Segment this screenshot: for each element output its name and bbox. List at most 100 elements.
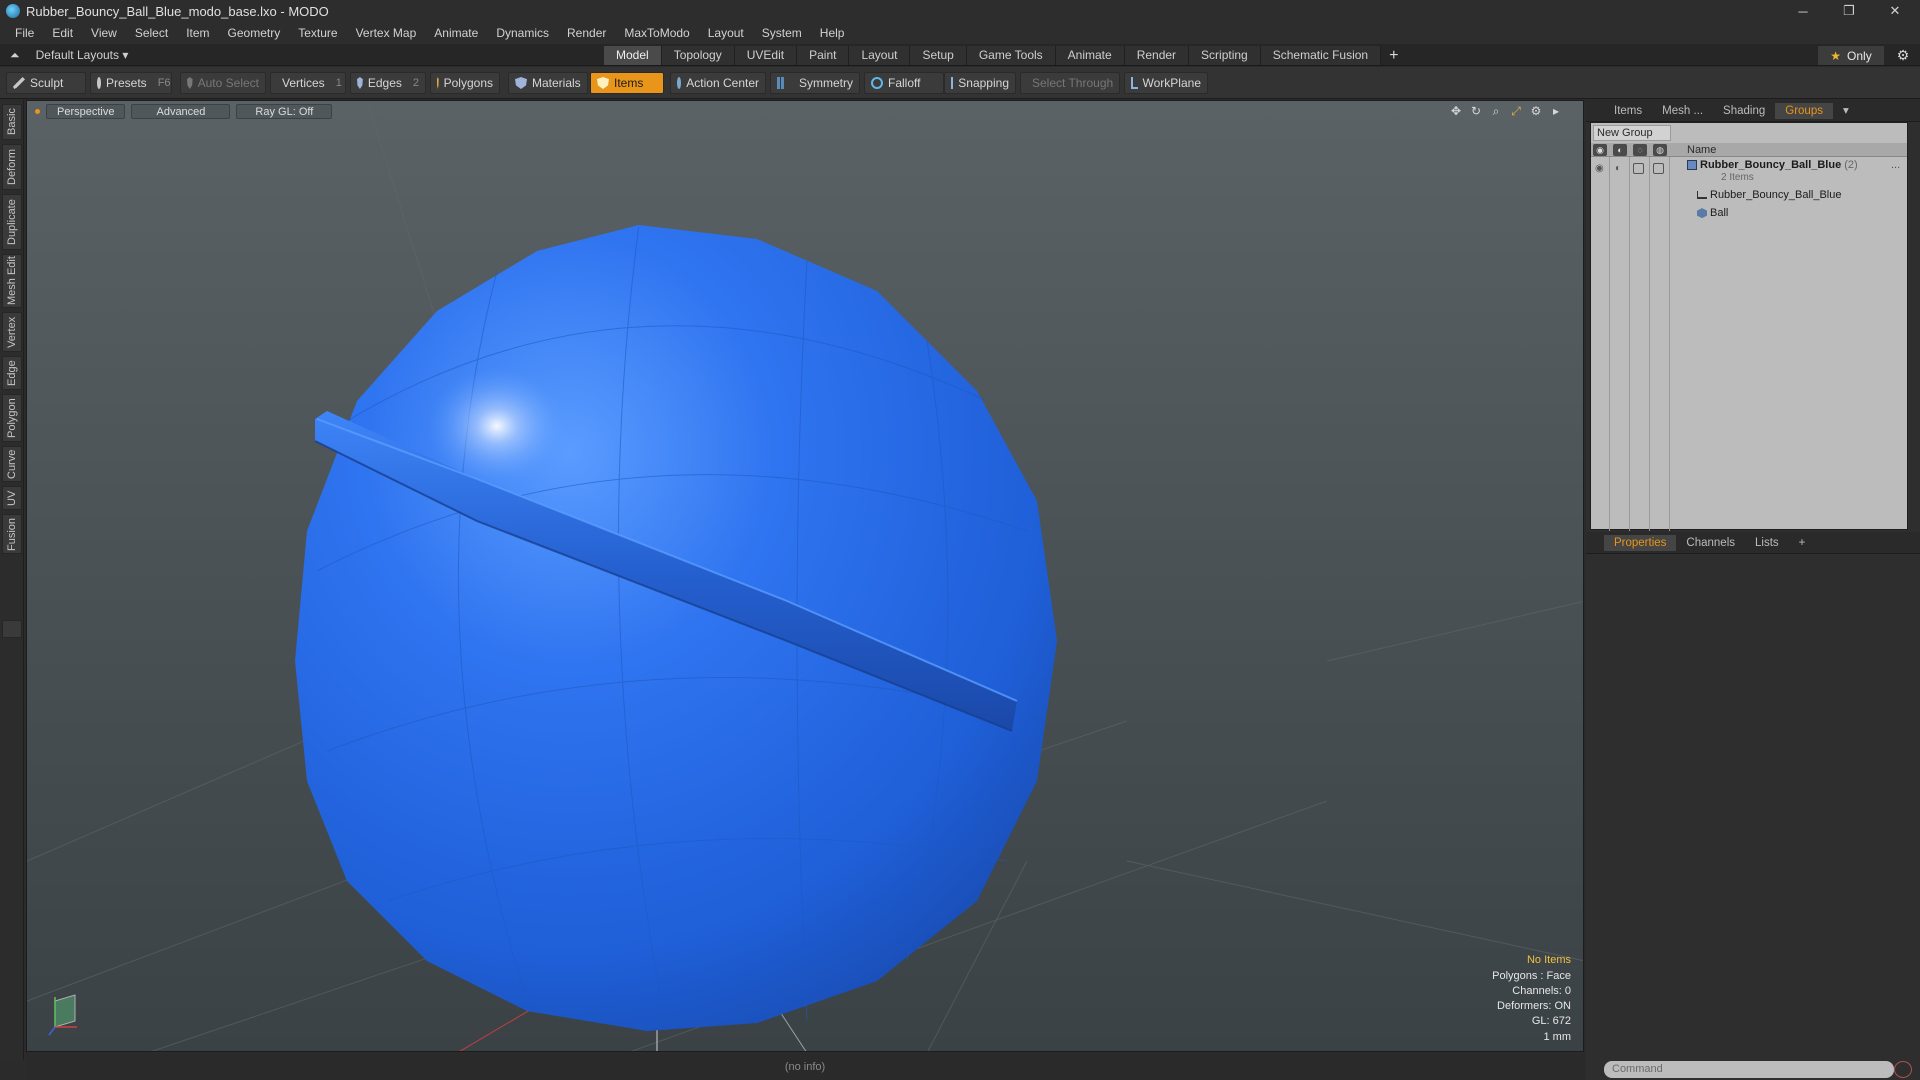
ball-body [295, 225, 1057, 1031]
list-item[interactable]: Rubber_Bouncy_Ball_Blue [1591, 189, 1907, 205]
lock-column-icon[interactable]: ◌ [1633, 144, 1647, 156]
visibility-column-icon[interactable]: ◉ [1593, 144, 1607, 156]
list-item[interactable]: Ball [1591, 207, 1907, 223]
tab-edge[interactable]: Edge [2, 356, 22, 390]
menu-select[interactable]: Select [126, 22, 177, 44]
menu-animate[interactable]: Animate [425, 22, 487, 44]
collapse-tabs-button[interactable] [2, 620, 22, 638]
tabs-dropdown-icon[interactable]: ▾ [1833, 103, 1859, 119]
minimize-button[interactable]: ─ [1780, 0, 1826, 22]
menu-texture[interactable]: Texture [289, 22, 346, 44]
render-column-icon[interactable]: ◐ [1613, 144, 1627, 156]
falloff-button[interactable]: Falloff [864, 72, 944, 94]
action-center-icon [677, 77, 682, 89]
action-center-button[interactable]: Action Center [670, 72, 766, 94]
workplane-button[interactable]: WorkPlane [1124, 72, 1208, 94]
tab-vertex[interactable]: Vertex [2, 312, 22, 352]
move-view-icon[interactable]: ✥ [1449, 104, 1463, 118]
menu-item[interactable]: Item [177, 22, 218, 44]
tab-duplicate[interactable]: Duplicate [2, 194, 22, 250]
lock-checkbox[interactable] [1633, 163, 1644, 174]
vertices-shortcut: 1 [335, 77, 342, 89]
new-group-button[interactable]: New Group [1593, 125, 1671, 141]
menu-maxtomodo[interactable]: MaxToModo [615, 22, 698, 44]
menu-view[interactable]: View [82, 22, 126, 44]
tab-uv[interactable]: UV [2, 486, 22, 510]
viewport-scene [27, 101, 1583, 1051]
menu-dynamics[interactable]: Dynamics [487, 22, 558, 44]
maximize-button[interactable]: ❐ [1826, 0, 1872, 22]
menu-render[interactable]: Render [558, 22, 615, 44]
3d-viewport[interactable]: Perspective Advanced Ray GL: Off ✥ ↻ ⌕ ⤢… [26, 100, 1584, 1052]
tab-mesh[interactable]: Mesh ... [1652, 103, 1713, 119]
tab-groups[interactable]: Groups [1775, 102, 1833, 119]
tab-mesh-edit[interactable]: Mesh Edit [2, 254, 22, 308]
fit-view-icon[interactable]: ⤢ [1509, 104, 1523, 118]
materials-button[interactable]: Materials [508, 72, 588, 94]
tab-topology[interactable]: Topology [661, 46, 735, 65]
edges-button[interactable]: Edges 2 [350, 72, 426, 94]
menu-geometry[interactable]: Geometry [219, 22, 290, 44]
viewport-settings-icon[interactable]: ⚙ [1529, 104, 1543, 118]
rotate-view-icon[interactable]: ↻ [1469, 104, 1483, 118]
view-mode-dropdown[interactable]: Perspective [46, 103, 126, 119]
select-column-icon[interactable]: ◍ [1653, 144, 1667, 156]
tab-fusion[interactable]: Fusion [2, 514, 22, 554]
tab-paint[interactable]: Paint [797, 46, 850, 65]
tab-uvedit[interactable]: UVEdit [734, 46, 798, 65]
auto-select-button[interactable]: Auto Select [180, 72, 266, 94]
shading-mode-dropdown[interactable]: Advanced [131, 103, 231, 119]
vertices-button[interactable]: Vertices 1 [270, 72, 346, 94]
command-input[interactable]: Command [1604, 1061, 1894, 1078]
raygl-toggle[interactable]: Ray GL: Off [236, 103, 333, 119]
group-more[interactable]: ... [1891, 159, 1900, 171]
materials-label: Materials [532, 76, 581, 90]
tab-animate[interactable]: Animate [1055, 46, 1125, 65]
default-layouts-dropdown[interactable]: ⏶ Default Layouts ▾ [10, 44, 128, 66]
select-through-button[interactable]: Select Through [1020, 72, 1120, 94]
menu-help[interactable]: Help [811, 22, 854, 44]
right-panel: Items Mesh ... Shading Groups ▾ New Grou… [1586, 100, 1920, 1080]
tab-shading[interactable]: Shading [1713, 103, 1775, 119]
add-tab-button[interactable]: + [1381, 46, 1406, 65]
name-column-header[interactable]: Name [1687, 143, 1716, 157]
presets-button[interactable]: Presets F6 [90, 72, 172, 94]
select-checkbox[interactable] [1653, 163, 1664, 174]
polygons-button[interactable]: Polygons [430, 72, 500, 94]
tab-deform[interactable]: Deform [2, 144, 22, 190]
tab-curve[interactable]: Curve [2, 446, 22, 482]
symmetry-button[interactable]: Symmetry [770, 72, 860, 94]
scene-tabs: Items Mesh ... Shading Groups ▾ [1586, 100, 1920, 122]
tab-schematic-fusion[interactable]: Schematic Fusion [1260, 46, 1382, 65]
command-history-button[interactable] [1894, 1061, 1912, 1078]
tab-basic[interactable]: Basic [2, 104, 22, 140]
menu-system[interactable]: System [753, 22, 811, 44]
main-toolbar: Sculpt Presets F6 Auto Select Vertices 1… [0, 67, 1920, 99]
tab-layout[interactable]: Layout [849, 46, 911, 65]
close-button[interactable]: ✕ [1872, 0, 1918, 22]
tool-tabs-strip: Basic Deform Duplicate Mesh Edit Vertex … [0, 100, 24, 1060]
tab-game-tools[interactable]: Game Tools [966, 46, 1056, 65]
zoom-view-icon[interactable]: ⌕ [1489, 104, 1503, 118]
menu-edit[interactable]: Edit [43, 22, 82, 44]
only-toggle-button[interactable]: ★ Only [1818, 46, 1884, 65]
group-row[interactable]: ◉ ◐ Rubber_Bouncy_Ball_Blue (2) ... 2 It… [1591, 159, 1907, 187]
tab-setup[interactable]: Setup [910, 46, 967, 65]
viewport-expand-icon[interactable]: ▸ [1549, 104, 1563, 118]
render-toggle-icon[interactable]: ◐ [1615, 163, 1627, 174]
visibility-eye-icon[interactable]: ◉ [1595, 163, 1607, 174]
tab-polygon[interactable]: Polygon [2, 394, 22, 442]
gear-icon[interactable]: ⚙ [1892, 46, 1914, 65]
viewport-menu-dot[interactable] [35, 108, 40, 114]
tab-model[interactable]: Model [604, 46, 662, 65]
sculpt-button[interactable]: Sculpt [6, 72, 86, 94]
tab-items[interactable]: Items [1604, 103, 1652, 119]
mesh-icon [1697, 208, 1707, 219]
menu-vertex-map[interactable]: Vertex Map [347, 22, 426, 44]
tab-scripting[interactable]: Scripting [1189, 46, 1261, 65]
snapping-button[interactable]: Snapping [944, 72, 1016, 94]
items-button[interactable]: Items [590, 72, 664, 94]
menu-file[interactable]: File [6, 22, 43, 44]
menu-layout[interactable]: Layout [699, 22, 753, 44]
tab-render[interactable]: Render [1124, 46, 1190, 65]
